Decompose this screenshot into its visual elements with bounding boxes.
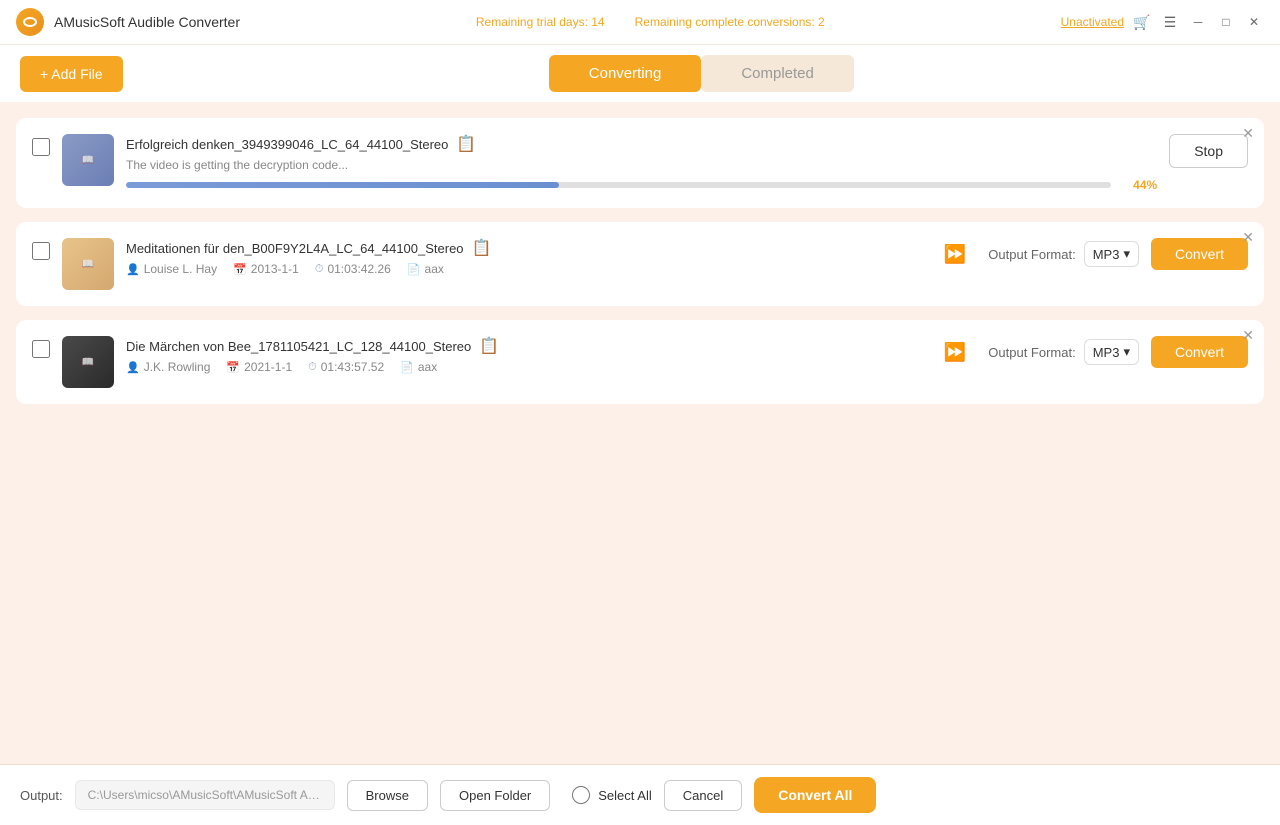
file-info-3: Die Märchen von Bee_1781105421_LC_128_44… [126,336,922,374]
select-all-label[interactable]: Select All [598,788,651,803]
progress-bar-bg-1 [126,182,1111,188]
duration-icon-2: ⏱ [315,263,324,276]
file-title-2: Meditationen für den_B00F9Y2L4A_LC_64_44… [126,241,464,256]
file-date-3: 📅 2021-1-1 [226,360,292,374]
item-right-2: ⏩ Output Format: MP3 ▾ Convert [934,238,1248,270]
output-path: C:\Users\micso\AMusicSoft\AMusicSoft Au.… [75,780,335,810]
main-content: ✕ 📖 Erfolgreich denken_3949399046_LC_64_… [0,102,1280,764]
format-select-2[interactable]: MP3 ▾ [1084,241,1139,267]
app-logo [16,8,44,36]
date-icon-2: 📅 [233,263,247,276]
output-format-section-3: Output Format: MP3 ▾ [988,339,1139,365]
file-progress-row-1: 44% [126,178,1157,192]
trial-conversions: Remaining complete conversions: 2 [635,15,825,29]
tabs-container: Converting Completed [143,55,1260,92]
file-title-row-1: Erfolgreich denken_3949399046_LC_64_4410… [126,134,1157,154]
output-format-label-3: Output Format: [988,345,1075,360]
select-all-radio[interactable] [572,786,590,804]
convert-all-button[interactable]: Convert All [754,777,876,813]
close-button[interactable]: ✕ [1244,12,1264,32]
maximize-button[interactable]: □ [1216,12,1236,32]
trial-days: Remaining trial days: 14 [476,15,605,29]
file-close-1[interactable]: ✕ [1242,126,1254,140]
tab-converting[interactable]: Converting [549,55,702,92]
progress-pct-1: 44% [1121,178,1157,192]
file-author-2: 👤 Louise L. Hay [126,262,217,276]
item-right-3: ⏩ Output Format: MP3 ▾ Convert [934,336,1248,368]
cart-icon[interactable]: 🛒 [1132,12,1152,32]
titlebar-actions: Unactivated 🛒 ☰ ─ □ ✕ [1061,12,1264,32]
file-format-in-3: 📄 aax [400,360,437,374]
file-title-3: Die Märchen von Bee_1781105421_LC_128_44… [126,339,471,354]
file-checkbox-2[interactable] [32,242,50,260]
file-format-in-2: 📄 aax [407,262,444,276]
file-doc-icon-3: 📋 [479,336,499,356]
logo-inner [23,17,37,27]
file-duration-2: ⏱ 01:03:42.26 [315,262,391,276]
convert-button-3[interactable]: Convert [1151,336,1248,368]
output-label: Output: [20,788,63,803]
chevron-down-icon-2: ▾ [1123,246,1130,262]
format-icon-2: 📄 [407,263,421,276]
select-all-area: Select All [572,786,651,804]
file-close-3[interactable]: ✕ [1242,328,1254,342]
duration-icon-3: ⏱ [308,361,317,374]
app-title: AMusicSoft Audible Converter [54,14,240,30]
tab-completed[interactable]: Completed [701,55,854,92]
arrow-icon-2: ⏩ [944,244,966,265]
titlebar: AMusicSoft Audible Converter Remaining t… [0,0,1280,45]
convert-button-2[interactable]: Convert [1151,238,1248,270]
thumb-label-2: 📖 [80,257,96,272]
file-item-2: ✕ 📖 Meditationen für den_B00F9Y2L4A_LC_6… [16,222,1264,306]
file-checkbox-3[interactable] [32,340,50,358]
file-thumb-1: 📖 [62,134,114,186]
file-title-row-3: Die Märchen von Bee_1781105421_LC_128_44… [126,336,922,356]
file-meta-row-3: 👤 J.K. Rowling 📅 2021-1-1 ⏱ 01:43:57.52 … [126,360,922,374]
author-icon-2: 👤 [126,263,140,276]
file-row-top-1: 📖 Erfolgreich denken_3949399046_LC_64_44… [32,134,1248,192]
file-item-1: ✕ 📖 Erfolgreich denken_3949399046_LC_64_… [16,118,1264,208]
chevron-down-icon-3: ▾ [1123,344,1130,360]
cancel-button[interactable]: Cancel [664,780,742,811]
unactivated-link[interactable]: Unactivated [1061,15,1124,29]
thumb-label-1: 📖 [80,153,96,168]
file-meta-row-2: 👤 Louise L. Hay 📅 2013-1-1 ⏱ 01:03:42.26… [126,262,922,276]
trial-info-area: Remaining trial days: 14 Remaining compl… [250,15,1051,29]
file-doc-icon-1: 📋 [456,134,476,154]
file-row-top-3: 📖 Die Märchen von Bee_1781105421_LC_128_… [32,336,1248,388]
menu-icon[interactable]: ☰ [1160,12,1180,32]
output-format-label-2: Output Format: [988,247,1075,262]
stop-button-1[interactable]: Stop [1169,134,1248,168]
add-file-button[interactable]: + Add File [20,56,123,92]
file-status-1: The video is getting the decryption code… [126,158,1157,172]
file-close-2[interactable]: ✕ [1242,230,1254,244]
file-item-3: ✕ 📖 Die Märchen von Bee_1781105421_LC_12… [16,320,1264,404]
file-thumb-3: 📖 [62,336,114,388]
format-select-3[interactable]: MP3 ▾ [1084,339,1139,365]
output-format-section-2: Output Format: MP3 ▾ [988,241,1139,267]
file-duration-3: ⏱ 01:43:57.52 [308,360,384,374]
toolbar: + Add File Converting Completed [0,45,1280,102]
file-author-3: 👤 J.K. Rowling [126,360,210,374]
file-doc-icon-2: 📋 [472,238,492,258]
file-date-2: 📅 2013-1-1 [233,262,299,276]
file-info-2: Meditationen für den_B00F9Y2L4A_LC_64_44… [126,238,922,276]
thumb-label-3: 📖 [80,355,96,370]
bottombar: Output: C:\Users\micso\AMusicSoft\AMusic… [0,764,1280,825]
open-folder-button[interactable]: Open Folder [440,780,550,811]
browse-button[interactable]: Browse [347,780,428,811]
file-info-1: Erfolgreich denken_3949399046_LC_64_4410… [126,134,1157,192]
file-row-top-2: 📖 Meditationen für den_B00F9Y2L4A_LC_64_… [32,238,1248,290]
file-title-1: Erfolgreich denken_3949399046_LC_64_4410… [126,137,448,152]
file-thumb-2: 📖 [62,238,114,290]
arrow-icon-3: ⏩ [944,342,966,363]
format-icon-3: 📄 [400,361,414,374]
file-checkbox-1[interactable] [32,138,50,156]
minimize-button[interactable]: ─ [1188,12,1208,32]
progress-bar-fill-1 [126,182,559,188]
file-title-row-2: Meditationen für den_B00F9Y2L4A_LC_64_44… [126,238,922,258]
author-icon-3: 👤 [126,361,140,374]
date-icon-3: 📅 [226,361,240,374]
